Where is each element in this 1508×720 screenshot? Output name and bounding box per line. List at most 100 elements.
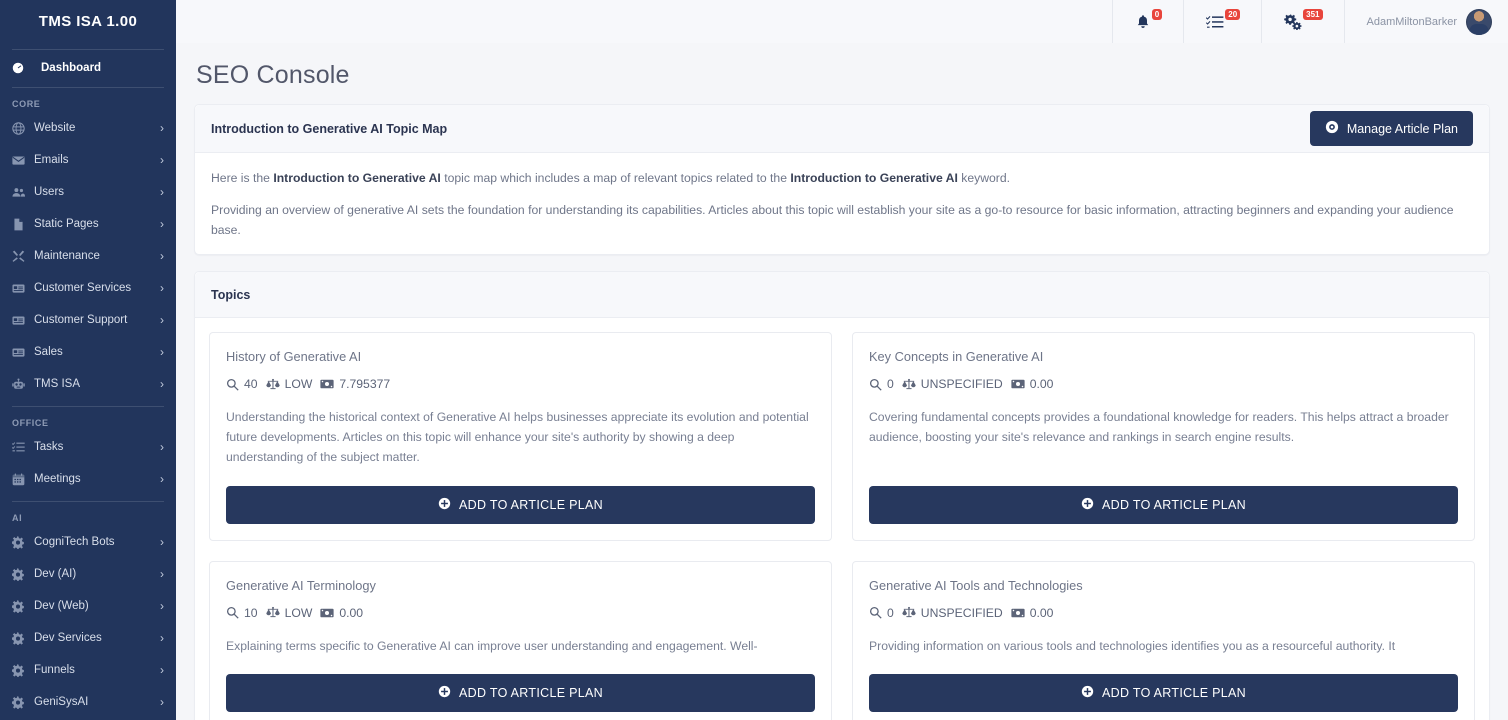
money-icon	[320, 607, 334, 619]
add-to-article-plan-label: ADD TO ARTICLE PLAN	[459, 686, 603, 701]
gears-icon	[1284, 13, 1302, 30]
card-icon	[12, 346, 28, 359]
sidebar-item-label: GeniSysAI	[34, 696, 89, 708]
dashboard-icon	[12, 62, 28, 74]
scale-icon	[265, 606, 280, 619]
sidebar-section-heading: OFFICE	[12, 418, 49, 428]
sidebar-item-maintenance[interactable]: Maintenance ›	[0, 240, 176, 272]
user-menu[interactable]: AdamMiltonBarker	[1343, 0, 1492, 43]
add-to-article-plan-button[interactable]: ADD TO ARTICLE PLAN	[226, 485, 815, 524]
manage-article-plan-button[interactable]: Manage Article Plan	[1309, 111, 1473, 146]
search-icon	[226, 378, 239, 391]
cpc-metric: 0.00	[320, 606, 363, 620]
chevron-right-icon: ›	[160, 631, 164, 645]
sidebar-item-customer-services[interactable]: Customer Services ›	[0, 272, 176, 304]
robot-icon	[12, 377, 28, 391]
sidebar-item-meetings[interactable]: Meetings ›	[0, 463, 176, 495]
chevron-right-icon: ›	[160, 472, 164, 486]
sidebar-item-sales[interactable]: Sales ›	[0, 336, 176, 368]
topic-metrics: 10 LOW 0.00	[226, 606, 815, 620]
intro-prefix: Here is the	[211, 171, 274, 185]
tasks-button[interactable]: 20	[1183, 0, 1261, 43]
gear-icon	[12, 535, 28, 549]
topbar: 0 20 351 AdamMiltonBarker	[176, 0, 1508, 43]
sidebar-item-cognitech-bots[interactable]: CogniTech Bots ›	[0, 526, 176, 558]
plus-circle-icon	[1081, 685, 1094, 701]
topic-description: Explaining terms specific to Generative …	[226, 638, 758, 653]
sidebar-item-label: Dev (AI)	[34, 568, 77, 580]
cpc-metric: 0.00	[1011, 606, 1053, 620]
search-volume-metric: 10	[226, 606, 258, 620]
sidebar-dashboard-label: Dashboard	[41, 62, 102, 74]
sidebar-item-dev-ai[interactable]: Dev (AI) ›	[0, 558, 176, 590]
chevron-right-icon: ›	[160, 535, 164, 549]
topic-description: Understanding the historical context of …	[226, 410, 809, 464]
topics-card-body: History of Generative AI 40 LOW 7.795377 Und…	[195, 318, 1489, 720]
chevron-right-icon: ›	[160, 121, 164, 135]
chevron-right-icon: ›	[160, 249, 164, 263]
search-icon	[869, 378, 882, 391]
sidebar-item-label: Funnels	[34, 664, 75, 676]
sidebar-item-label: Maintenance	[34, 250, 100, 262]
sidebar-item-dev-services[interactable]: Dev Services ›	[0, 622, 176, 654]
sidebar-item-website[interactable]: Website ›	[0, 112, 176, 144]
gear-icon	[12, 695, 28, 709]
topic-title: Generative AI Tools and Technologies	[869, 577, 1083, 593]
sidebar-item-emails[interactable]: Emails ›	[0, 144, 176, 176]
topic-card: History of Generative AI 40 LOW 7.795377 Und…	[209, 332, 832, 541]
topic-title: History of Generative AI	[226, 349, 362, 365]
sidebar-item-genisysai[interactable]: GeniSysAI ›	[0, 686, 176, 718]
search-volume-metric: 0	[869, 377, 894, 391]
sidebar-item-label: Sales	[34, 346, 63, 358]
tasks-badge: 20	[1225, 8, 1241, 21]
sidebar-item-label: Customer Services	[34, 282, 132, 294]
topics-card-title: Topics	[211, 287, 251, 302]
chevron-right-icon: ›	[160, 567, 164, 581]
sidebar-item-users[interactable]: Users ›	[0, 176, 176, 208]
competition-metric: LOW	[265, 606, 312, 620]
sidebar-item-tms-isa[interactable]: TMS ISA ›	[0, 368, 176, 400]
sidebar-divider	[12, 406, 164, 407]
settings-button[interactable]: 351	[1261, 0, 1343, 43]
topics-card-header: Topics	[195, 272, 1489, 319]
search-volume-value: 0	[887, 377, 894, 392]
sidebar-item-label: Dev Services	[34, 632, 102, 644]
money-icon	[1011, 607, 1025, 619]
search-volume-value: 10	[244, 605, 258, 620]
sidebar-item-label: Users	[34, 186, 65, 198]
add-to-article-plan-label: ADD TO ARTICLE PLAN	[1102, 497, 1246, 512]
sidebar-item-tasks[interactable]: Tasks ›	[0, 431, 176, 463]
topics-card: Topics History of Generative AI 40 LOW 7.79…	[194, 271, 1490, 720]
app-root: TMS ISA 1.00 Dashboard CORE Website › Email…	[0, 0, 1508, 720]
topic-title: Key Concepts in Generative AI	[869, 349, 1044, 365]
chevron-right-icon: ›	[160, 217, 164, 231]
sidebar-item-dev-web[interactable]: Dev (Web) ›	[0, 590, 176, 622]
topic-map-card-title: Introduction to Generative AI Topic Map	[211, 121, 448, 136]
cpc-value: 0.00	[339, 605, 364, 620]
notifications-button[interactable]: 0	[1111, 0, 1183, 43]
sidebar-item-static-pages[interactable]: Static Pages ›	[0, 208, 176, 240]
sidebar-sections: CORE Website › Emails › Users › Static Pages › Ma…	[0, 94, 176, 720]
sidebar-item-dashboard[interactable]: Dashboard	[0, 56, 176, 81]
competition-value: UNSPECIFIED	[920, 605, 1003, 620]
search-volume-metric: 40	[226, 377, 258, 391]
competition-metric: UNSPECIFIED	[902, 377, 1003, 391]
sidebar-divider	[12, 501, 164, 502]
money-icon	[1011, 378, 1025, 390]
sidebar-divider-2	[12, 87, 164, 88]
add-to-article-plan-button[interactable]: ADD TO ARTICLE PLAN	[869, 485, 1458, 524]
sidebar-item-customer-support[interactable]: Customer Support ›	[0, 304, 176, 336]
avatar[interactable]	[1466, 8, 1492, 35]
chevron-right-icon: ›	[160, 695, 164, 709]
add-to-article-plan-button[interactable]: ADD TO ARTICLE PLAN	[226, 674, 815, 713]
add-to-article-plan-button[interactable]: ADD TO ARTICLE PLAN	[869, 674, 1458, 713]
topic-map-card-body: Here is the Introduction to Generative A…	[195, 153, 1489, 254]
card-icon	[12, 282, 28, 295]
sidebar-item-label: TMS ISA	[34, 378, 81, 390]
topic-card: Generative AI Tools and Technologies 0 UNS…	[852, 560, 1475, 720]
chevron-right-icon: ›	[160, 663, 164, 677]
intro-keyword-2: Introduction to Generative AI	[790, 171, 958, 185]
sidebar-item-label: Website	[34, 122, 76, 134]
tools-icon	[12, 250, 28, 263]
sidebar-item-funnels[interactable]: Funnels ›	[0, 654, 176, 686]
